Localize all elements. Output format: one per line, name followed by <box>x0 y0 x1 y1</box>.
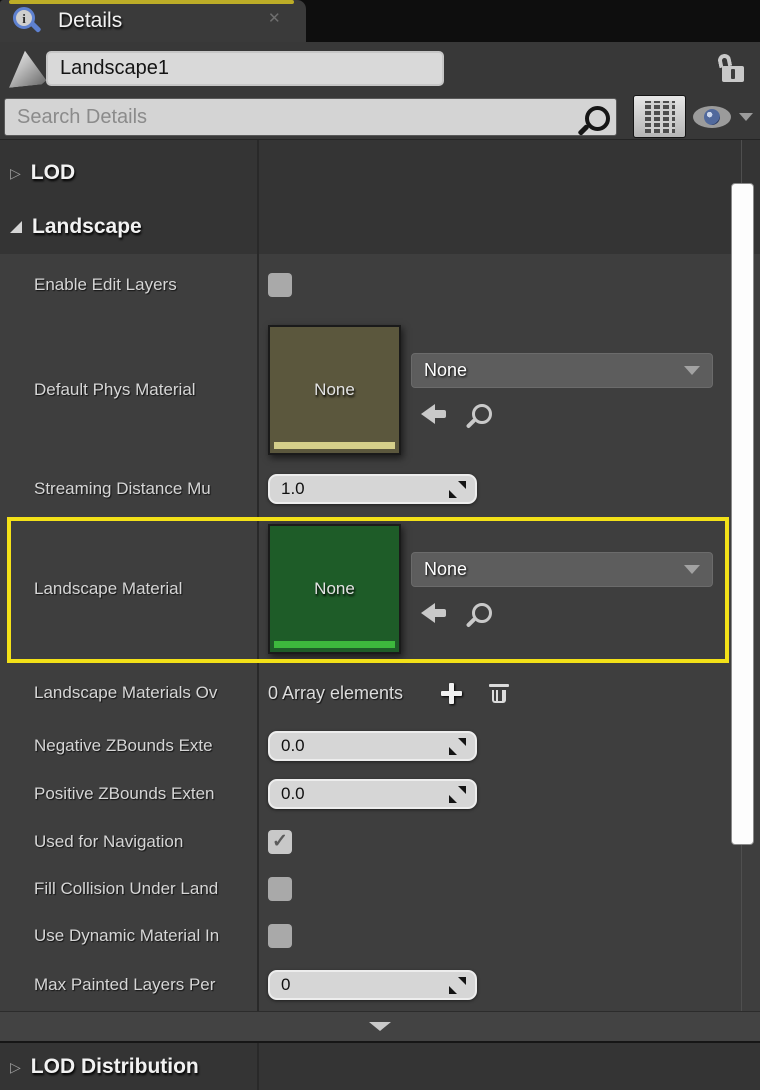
row-landscape-material: Landscape Material None None <box>0 514 741 664</box>
expanded-arrow-icon <box>10 221 22 233</box>
value-drag-icon <box>449 785 466 803</box>
tab-bar: i Details ✕ <box>0 0 760 42</box>
property-label: Max Painted Layers Per <box>34 975 216 994</box>
max-painted-layers-spinbox[interactable]: 0 <box>268 970 477 1000</box>
column-divider <box>257 1043 259 1090</box>
details-info-magnifier-icon: i <box>13 7 35 29</box>
thumbnail-text: None <box>314 380 355 399</box>
row-fill-collision: Fill Collision Under Land <box>0 865 741 912</box>
view-options-button[interactable] <box>693 104 755 130</box>
thumbnail-text: None <box>314 579 355 598</box>
search-row <box>0 95 760 140</box>
browse-asset-icon[interactable] <box>472 403 492 424</box>
tab-close-icon[interactable]: ✕ <box>268 11 281 26</box>
section-header-landscape[interactable]: Landscape <box>0 200 760 254</box>
tab-details[interactable]: i Details ✕ <box>0 0 306 42</box>
phys-material-thumbnail[interactable]: None <box>268 325 401 455</box>
enable-edit-layers-checkbox[interactable] <box>268 273 292 297</box>
row-landscape-materials-override: Landscape Materials Ov 0 Array elements <box>0 664 741 722</box>
spinbox-value: 1.0 <box>281 479 305 498</box>
row-used-for-navigation: Used for Navigation ✓ <box>0 818 741 865</box>
value-drag-icon <box>449 480 466 498</box>
section-header-lod-distribution[interactable]: ▷ LOD Distribution <box>0 1041 760 1090</box>
negative-zbounds-spinbox[interactable]: 0.0 <box>268 731 477 761</box>
section-label: LOD <box>30 161 76 184</box>
chevron-down-icon <box>739 113 753 121</box>
search-icon <box>585 106 610 131</box>
properties-area: Enable Edit Layers Default Phys Material… <box>0 140 760 1041</box>
streaming-distance-spinbox[interactable]: 1.0 <box>268 474 477 504</box>
add-element-icon[interactable] <box>441 682 463 704</box>
property-label: Landscape Materials Ov <box>34 683 218 702</box>
property-label: Streaming Distance Mu <box>34 479 211 498</box>
spinbox-value: 0 <box>281 975 291 994</box>
section-label: LOD Distribution <box>30 1054 199 1078</box>
property-label: Default Phys Material <box>34 380 196 399</box>
row-default-phys-material: Default Phys Material None None <box>0 316 741 464</box>
info-letter: i <box>22 10 26 26</box>
property-matrix-button[interactable] <box>633 95 686 138</box>
show-advanced-expander[interactable] <box>0 1011 760 1041</box>
row-positive-zbounds: Positive ZBounds Exten 0.0 <box>0 770 741 818</box>
row-use-dynamic-material: Use Dynamic Material In <box>0 912 741 959</box>
property-label: Negative ZBounds Exte <box>34 736 213 755</box>
property-label: Fill Collision Under Land <box>34 878 219 898</box>
chevron-down-icon <box>684 365 700 375</box>
fill-collision-checkbox[interactable] <box>268 876 292 901</box>
section-header-lod[interactable]: ▷ LOD <box>0 146 760 200</box>
unlock-icon[interactable] <box>722 66 744 82</box>
use-selected-asset-icon[interactable] <box>421 403 448 424</box>
browse-asset-icon[interactable] <box>472 602 492 623</box>
spinbox-value: 0.0 <box>281 784 305 803</box>
positive-zbounds-spinbox[interactable]: 0.0 <box>268 779 477 809</box>
expander-arrow-icon <box>369 1022 391 1031</box>
chevron-down-icon <box>684 564 700 574</box>
row-negative-zbounds: Negative ZBounds Exte 0.0 <box>0 722 741 770</box>
property-label: Use Dynamic Material In <box>34 925 220 945</box>
section-label: Landscape <box>32 215 142 238</box>
property-label: Enable Edit Layers <box>34 275 177 294</box>
used-for-navigation-checkbox[interactable]: ✓ <box>268 829 292 854</box>
use-selected-asset-icon[interactable] <box>421 602 448 623</box>
array-elements-count: 0 Array elements <box>268 682 404 703</box>
eye-icon <box>693 106 731 128</box>
tab-title: Details <box>58 9 123 32</box>
value-drag-icon <box>449 976 466 994</box>
clear-array-trash-icon[interactable] <box>489 682 510 705</box>
row-enable-edit-layers: Enable Edit Layers <box>0 254 741 316</box>
object-header-row <box>0 42 760 95</box>
grid-icon <box>644 100 675 133</box>
phys-material-dropdown[interactable]: None <box>411 352 713 388</box>
property-label: Landscape Material <box>34 579 183 598</box>
scrollbar-thumb[interactable] <box>731 183 754 845</box>
dropdown-value: None <box>424 558 468 579</box>
landscape-material-thumbnail[interactable]: None <box>268 524 401 654</box>
value-drag-icon <box>449 737 466 755</box>
details-panel: i Details ✕ Enable Edit Layers <box>0 0 760 1090</box>
use-dynamic-material-checkbox[interactable] <box>268 923 292 948</box>
collapsed-arrow-icon: ▷ <box>10 165 21 181</box>
object-name-field[interactable] <box>46 51 444 86</box>
row-max-painted-layers: Max Painted Layers Per 0 <box>0 959 741 1011</box>
landscape-actor-icon <box>5 48 47 88</box>
property-label: Positive ZBounds Exten <box>34 784 215 803</box>
check-icon: ✓ <box>272 831 288 852</box>
collapsed-arrow-icon: ▷ <box>10 1058 21 1075</box>
column-divider <box>257 140 259 1011</box>
landscape-section-body: Enable Edit Layers Default Phys Material… <box>0 254 760 1011</box>
property-label: Used for Navigation <box>34 831 184 851</box>
spinbox-value: 0.0 <box>281 736 305 755</box>
search-input[interactable] <box>4 98 617 136</box>
landscape-material-dropdown[interactable]: None <box>411 551 713 587</box>
row-streaming-distance: Streaming Distance Mu 1.0 <box>0 464 741 514</box>
dropdown-value: None <box>424 359 468 380</box>
